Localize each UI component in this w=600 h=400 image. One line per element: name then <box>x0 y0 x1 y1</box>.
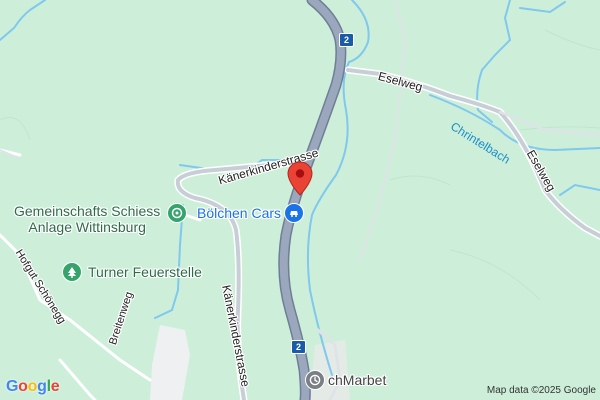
route-shield-2-bottom: 2 <box>291 340 306 354</box>
poi-label-turner-feuerstelle[interactable]: Turner Feuerstelle <box>88 265 202 279</box>
car-dealer-icon[interactable] <box>284 203 304 223</box>
poi-label-line1: Gemeinschafts Schiess <box>14 203 161 219</box>
stream-right-mid <box>559 183 600 196</box>
poi-label-gemeinschafts-schiessanlage[interactable]: Gemeinschafts Schiess Anlage Wittinsburg <box>14 203 160 235</box>
stream-left-top <box>0 0 46 41</box>
clock-icon[interactable] <box>305 370 325 390</box>
stream-top-right <box>519 1 566 14</box>
logo-letter-o2: o <box>27 378 38 395</box>
location-pin-icon[interactable] <box>286 161 314 197</box>
poi-label-line2: Anlage Wittinsburg <box>28 219 146 235</box>
road-right-vertical <box>359 0 406 261</box>
poi-label-chmarbet[interactable]: chMarbet <box>328 373 386 387</box>
logo-letter-o1: o <box>18 378 28 395</box>
stream-top-center <box>348 0 370 63</box>
logo-letter-g2: g <box>37 378 47 395</box>
settlement-area <box>150 325 190 400</box>
poi-label-boelchen-cars[interactable]: Bölchen Cars <box>197 206 281 220</box>
map-attribution[interactable]: Map data ©2025 Google <box>487 385 596 396</box>
route-shield-2-top: 2 <box>339 33 354 47</box>
map-canvas[interactable]: 2 2 Känerkinderstrasse Känerkinderstrass… <box>0 0 600 400</box>
target-icon[interactable] <box>167 203 187 223</box>
logo-letter-e: e <box>50 378 60 395</box>
logo-letter-g1: G <box>6 378 19 395</box>
tree-icon[interactable] <box>62 262 82 282</box>
google-logo: Google <box>6 378 60 396</box>
